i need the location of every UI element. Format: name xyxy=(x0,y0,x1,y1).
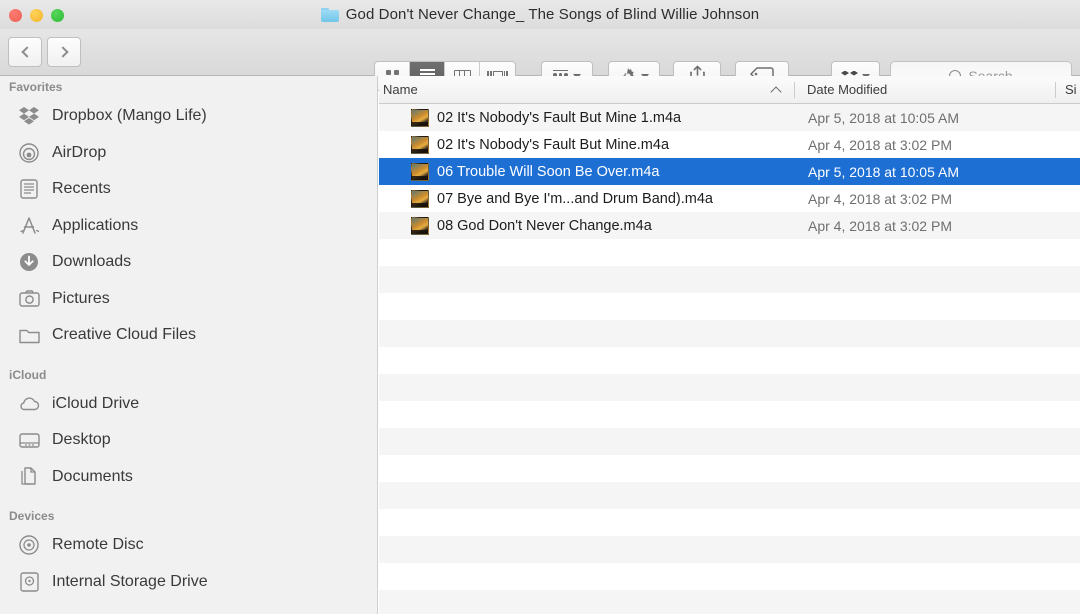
sort-ascending-icon[interactable] xyxy=(772,85,781,94)
table-row[interactable]: 08 God Don't Never Change.m4a Apr 4, 2018… xyxy=(379,212,1080,239)
column-header-size[interactable]: Si xyxy=(1065,82,1077,97)
sidebar-section-icloud-header: iCloud xyxy=(9,367,47,382)
recents-icon xyxy=(18,178,40,200)
file-name: 06 Trouble Will Soon Be Over.m4a xyxy=(437,163,660,180)
empty-row[interactable] xyxy=(379,509,1080,536)
cloud-icon xyxy=(18,393,40,415)
table-row[interactable]: 02 It's Nobody's Fault But Mine.m4a Apr 4… xyxy=(379,131,1080,158)
file-date-modified: Apr 4, 2018 at 3:02 PM xyxy=(808,136,952,153)
empty-row[interactable] xyxy=(379,536,1080,563)
empty-row[interactable] xyxy=(379,347,1080,374)
file-date-modified: Apr 5, 2018 at 10:05 AM xyxy=(808,163,959,180)
navigation-buttons xyxy=(8,37,81,67)
sidebar-item-documents[interactable]: Documents xyxy=(0,459,377,496)
column-divider[interactable] xyxy=(1055,81,1056,98)
empty-row[interactable] xyxy=(379,266,1080,293)
desktop-icon xyxy=(18,429,40,451)
airdrop-icon xyxy=(18,142,40,164)
column-divider[interactable] xyxy=(794,81,795,98)
empty-row[interactable] xyxy=(379,374,1080,401)
sidebar-item-label: Desktop xyxy=(52,431,111,449)
album-art-icon xyxy=(411,135,429,154)
pictures-icon xyxy=(18,288,40,310)
album-art-icon xyxy=(411,216,429,235)
downloads-icon xyxy=(18,251,40,273)
file-name: 07 Bye and Bye I'm...and Drum Band).m4a xyxy=(437,190,713,207)
window-title: God Don't Never Change_ The Songs of Bli… xyxy=(345,6,760,23)
sidebar-item-label: AirDrop xyxy=(52,143,107,161)
sidebar-item-label: Dropbox (Mango Life) xyxy=(52,107,207,125)
sidebar-section-devices-header: Devices xyxy=(9,509,55,523)
applications-icon xyxy=(18,215,40,237)
sidebar-item-icloud-drive[interactable]: iCloud Drive xyxy=(0,386,377,423)
sidebar-item-label: Documents xyxy=(52,467,133,485)
sidebar-item-internal-storage-drive[interactable]: Internal Storage Drive xyxy=(0,564,377,601)
sidebar-item-recents[interactable]: Recents xyxy=(0,171,377,208)
file-list-pane[interactable]: Name Date Modified Si 02 It's Nobody's F… xyxy=(379,76,1080,614)
empty-row[interactable] xyxy=(379,293,1080,320)
sidebar-item-pictures[interactable]: Pictures xyxy=(0,281,377,318)
sidebar-item-label: Pictures xyxy=(52,289,110,307)
empty-row[interactable] xyxy=(379,482,1080,509)
sidebar-item-downloads[interactable]: Downloads xyxy=(0,244,377,281)
sidebar-item-label: Recents xyxy=(52,180,111,198)
sidebar[interactable]: Favorites Dropbox (Mango Life) AirDrop R… xyxy=(0,76,378,614)
sidebar-item-airdrop[interactable]: AirDrop xyxy=(0,135,377,172)
empty-row[interactable] xyxy=(379,455,1080,482)
file-name: 02 It's Nobody's Fault But Mine.m4a xyxy=(437,136,670,153)
toolbar: Search xyxy=(0,29,1080,91)
empty-row[interactable] xyxy=(379,320,1080,347)
back-button[interactable] xyxy=(8,37,42,67)
dropbox-icon xyxy=(18,105,40,127)
sidebar-item-applications[interactable]: Applications xyxy=(0,208,377,245)
album-art-icon xyxy=(411,108,429,127)
chevron-left-icon xyxy=(20,46,33,58)
empty-row[interactable] xyxy=(379,401,1080,428)
finder-window: God Don't Never Change_ The Songs of Bli… xyxy=(0,0,1080,614)
sidebar-item-creative-cloud-files[interactable]: Creative Cloud Files xyxy=(0,317,377,354)
file-name: 08 God Don't Never Change.m4a xyxy=(437,217,652,234)
empty-row[interactable] xyxy=(379,239,1080,266)
column-header-name[interactable]: Name xyxy=(383,82,418,97)
forward-button[interactable] xyxy=(47,37,81,67)
file-list-rows: 02 It's Nobody's Fault But Mine 1.m4a Apr… xyxy=(379,104,1080,614)
sidebar-item-label: Applications xyxy=(52,216,139,234)
sidebar-item-remote-disc[interactable]: Remote Disc xyxy=(0,527,377,564)
table-row[interactable]: 07 Bye and Bye I'm...and Drum Band).m4a A… xyxy=(379,185,1080,212)
sidebar-item-label: Internal Storage Drive xyxy=(52,572,208,590)
empty-row[interactable] xyxy=(379,563,1080,590)
window-title-group: God Don't Never Change_ The Songs of Bli… xyxy=(0,0,1080,29)
sidebar-item-label: Downloads xyxy=(52,253,132,271)
sidebar-section-favorites-header: Favorites xyxy=(9,80,63,94)
album-art-icon xyxy=(411,162,429,181)
sidebar-item-label: Creative Cloud Files xyxy=(52,326,197,344)
table-row[interactable]: 06 Trouble Will Soon Be Over.m4a Apr 5, 2… xyxy=(379,158,1080,185)
file-date-modified: Apr 4, 2018 at 3:02 PM xyxy=(808,190,952,207)
title-bar: God Don't Never Change_ The Songs of Bli… xyxy=(0,0,1080,29)
table-row[interactable]: 02 It's Nobody's Fault But Mine 1.m4a Apr… xyxy=(379,104,1080,131)
album-art-icon xyxy=(411,189,429,208)
documents-icon xyxy=(18,466,40,488)
disc-icon xyxy=(18,534,40,556)
chevron-right-icon xyxy=(56,46,69,58)
harddrive-icon xyxy=(18,571,40,593)
empty-row[interactable] xyxy=(379,590,1080,614)
sidebar-item-desktop[interactable]: Desktop xyxy=(0,422,377,459)
sidebar-item-dropbox[interactable]: Dropbox (Mango Life) xyxy=(0,98,377,135)
sidebar-item-label: Remote Disc xyxy=(52,536,144,554)
file-name: 02 It's Nobody's Fault But Mine 1.m4a xyxy=(437,109,682,126)
empty-row[interactable] xyxy=(379,428,1080,455)
file-date-modified: Apr 4, 2018 at 3:02 PM xyxy=(808,217,952,234)
column-header-date-modified[interactable]: Date Modified xyxy=(807,82,887,97)
sidebar-item-label: iCloud Drive xyxy=(52,394,140,412)
folder-icon xyxy=(18,324,40,346)
file-list-header: Name Date Modified Si xyxy=(379,76,1080,104)
folder-icon xyxy=(320,7,339,22)
file-date-modified: Apr 5, 2018 at 10:05 AM xyxy=(808,109,959,126)
